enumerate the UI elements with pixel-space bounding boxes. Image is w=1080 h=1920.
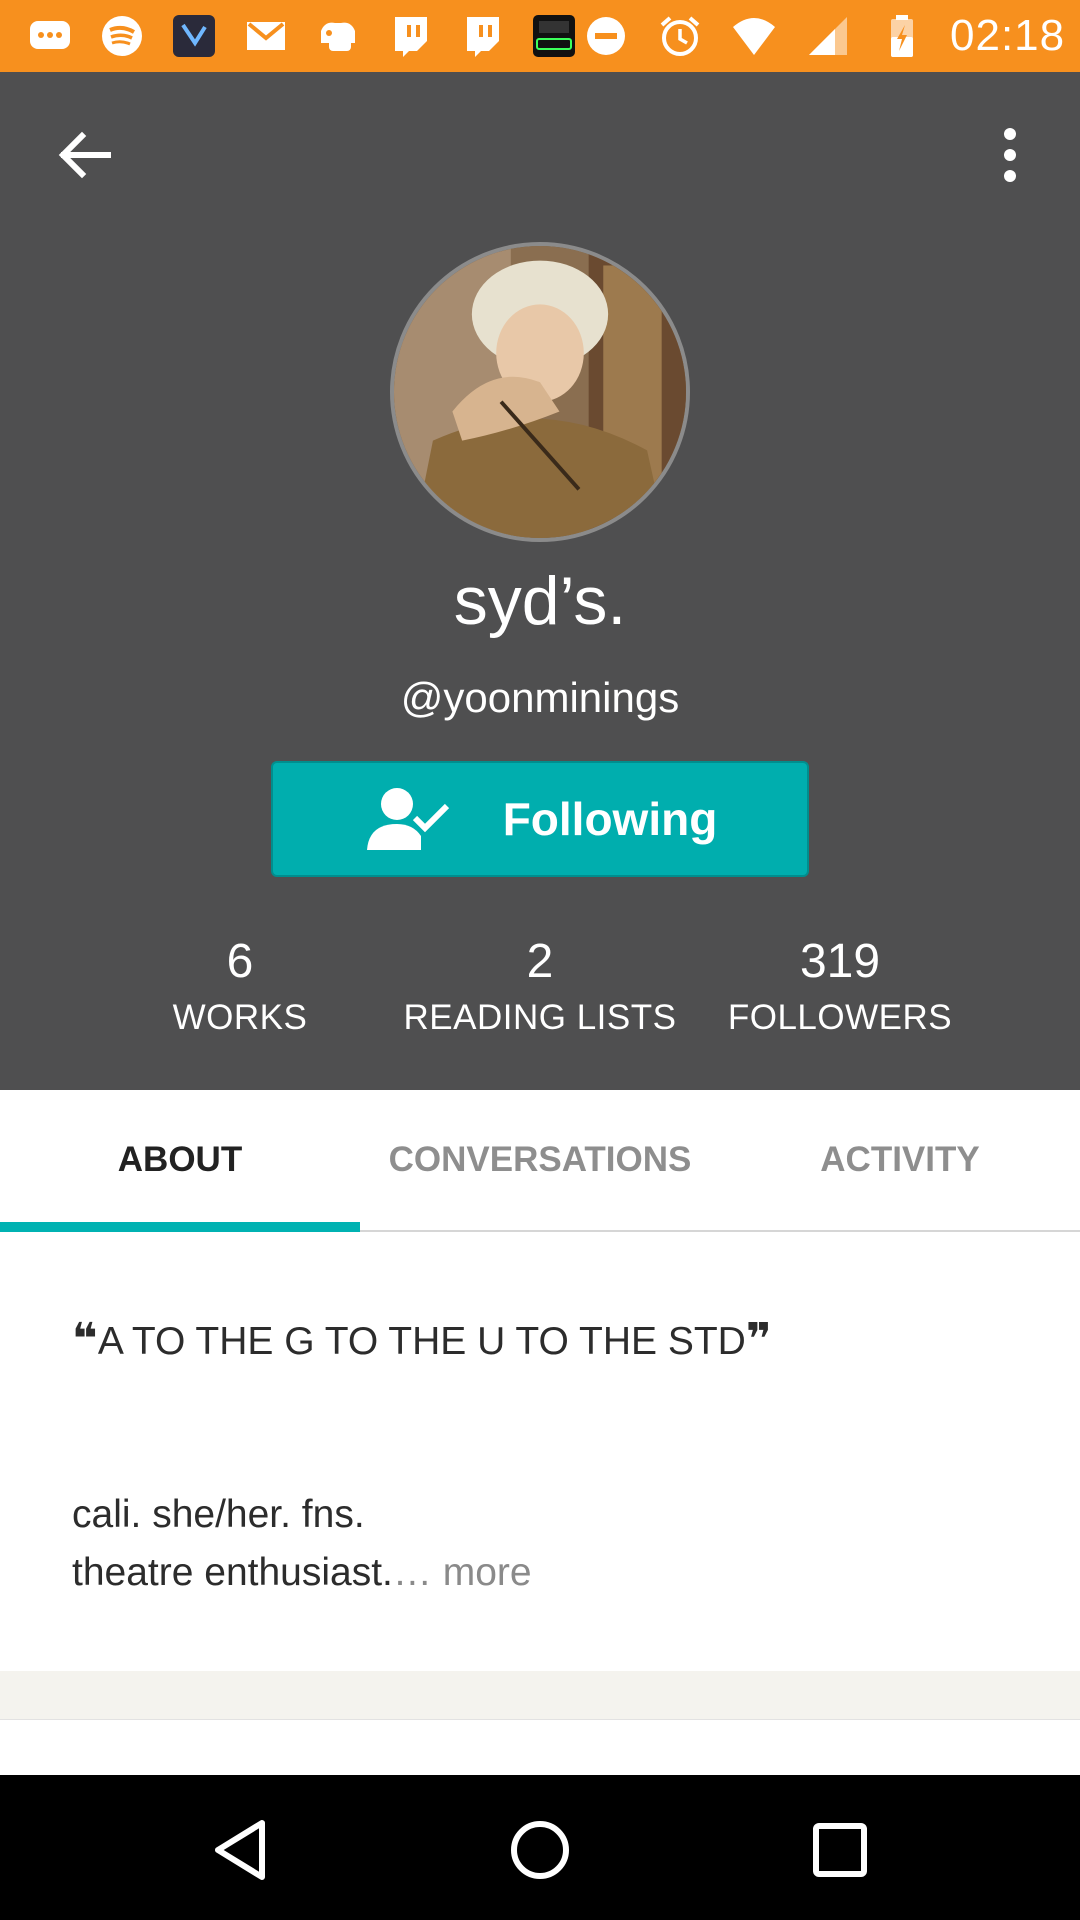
following-button[interactable]: Following bbox=[271, 761, 809, 877]
spotify-icon bbox=[96, 12, 148, 60]
person-check-icon bbox=[363, 784, 453, 854]
stat-label: FOLLOWERS bbox=[727, 998, 953, 1037]
nav-recents-button[interactable] bbox=[795, 1805, 885, 1895]
tab-conversations[interactable]: CONVERSATIONS bbox=[360, 1090, 720, 1230]
cell-signal-icon bbox=[802, 12, 854, 60]
battery-charging-icon bbox=[876, 12, 928, 60]
following-label: Following bbox=[502, 793, 718, 845]
nav-home-button[interactable] bbox=[495, 1805, 585, 1895]
do-not-disturb-icon bbox=[580, 12, 632, 60]
section-divider bbox=[0, 1671, 1080, 1719]
next-section bbox=[0, 1719, 1080, 1776]
about-line-text: theatre enthusiast. bbox=[72, 1551, 393, 1594]
stat-label: READING LISTS bbox=[403, 998, 677, 1037]
triangle-back-icon bbox=[215, 1820, 265, 1880]
game-controller-icon bbox=[312, 12, 364, 60]
status-bar: 02:18 bbox=[0, 0, 1080, 72]
avatar-image bbox=[394, 246, 686, 538]
about-quote: ❝A TO THE G TO THE U TO THE STD❞ bbox=[72, 1314, 772, 1365]
profile-stats: 6 WORKS 2 READING LISTS 319 FOLLOWERS bbox=[0, 932, 1080, 1052]
about-line: theatre enthusiast.… more bbox=[72, 1544, 532, 1602]
app-icon bbox=[168, 12, 220, 60]
display-name: syd’s. bbox=[453, 563, 627, 639]
quote-text: A TO THE G TO THE U TO THE STD bbox=[97, 1320, 746, 1363]
overflow-menu-button[interactable] bbox=[990, 124, 1030, 186]
about-section: ❝A TO THE G TO THE U TO THE STD❞ cali. s… bbox=[0, 1234, 1080, 1671]
tab-activity[interactable]: ACTIVITY bbox=[720, 1090, 1080, 1230]
stat-reading-lists[interactable]: 2 READING LISTS bbox=[390, 932, 690, 1044]
avatar[interactable] bbox=[390, 242, 690, 542]
ellipsis: … bbox=[392, 1551, 443, 1594]
quote-close-icon: ❞ bbox=[745, 1315, 772, 1364]
about-description: cali. she/her. fns. theatre enthusiast.…… bbox=[72, 1486, 532, 1602]
quote-open-icon: ❝ bbox=[72, 1315, 98, 1364]
username: @yoonminings bbox=[400, 674, 680, 721]
stat-works[interactable]: 6 WORKS bbox=[90, 932, 390, 1044]
clock: 02:18 bbox=[950, 11, 1066, 60]
wifi-icon bbox=[728, 12, 780, 60]
back-button[interactable] bbox=[54, 124, 116, 186]
stat-value: 2 bbox=[526, 935, 554, 988]
active-tab-indicator bbox=[0, 1222, 360, 1232]
circle-home-icon bbox=[511, 1821, 569, 1879]
twitch-icon bbox=[384, 12, 436, 60]
about-line: cali. she/her. fns. bbox=[72, 1493, 365, 1536]
more-vert-icon bbox=[1004, 128, 1016, 140]
square-recents-icon bbox=[813, 1823, 867, 1877]
profile-header: syd’s. @yoonminings Following 6 WORKS 2 … bbox=[0, 72, 1080, 1090]
navigation-bar bbox=[0, 1775, 1080, 1920]
more-link[interactable]: more bbox=[443, 1551, 532, 1594]
arrow-back-icon bbox=[58, 131, 111, 179]
notification-icons bbox=[24, 12, 580, 60]
open-sign-icon bbox=[528, 12, 580, 60]
tab-about[interactable]: ABOUT bbox=[0, 1090, 360, 1230]
chat-bubble-icon bbox=[24, 12, 76, 60]
stat-value: 6 bbox=[226, 935, 254, 988]
stat-followers[interactable]: 319 FOLLOWERS bbox=[690, 932, 990, 1044]
stat-value: 319 bbox=[799, 935, 881, 988]
nav-back-button[interactable] bbox=[196, 1805, 286, 1895]
system-icons: 02:18 bbox=[580, 11, 1065, 61]
twitch-icon bbox=[456, 12, 508, 60]
gmail-icon bbox=[240, 12, 292, 60]
stat-label: WORKS bbox=[172, 998, 308, 1037]
profile-tabs: ABOUT CONVERSATIONS ACTIVITY bbox=[0, 1090, 1080, 1232]
alarm-icon bbox=[654, 12, 706, 60]
